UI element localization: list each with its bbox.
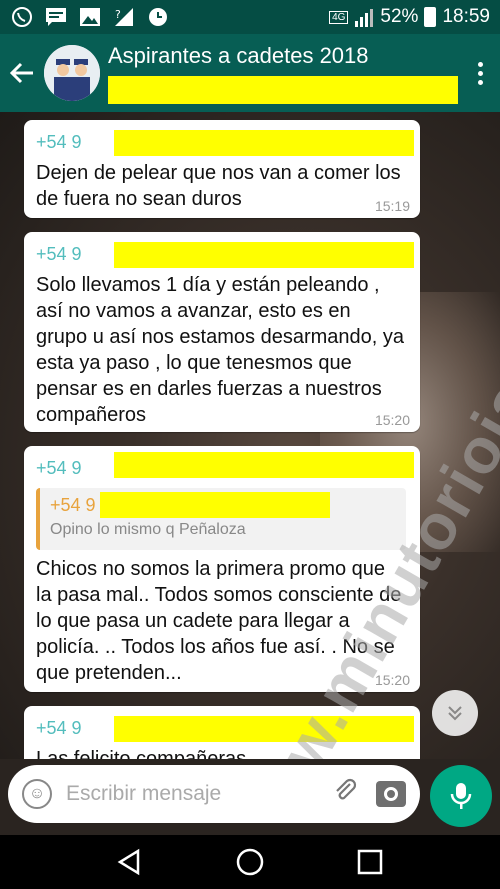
camera-icon[interactable] xyxy=(376,781,406,807)
message-bubble[interactable]: +54 9 Las felicito compañeras xyxy=(24,706,420,759)
sender-number: +54 9 xyxy=(36,717,82,738)
message-text: Solo llevamos 1 día y están peleando , a… xyxy=(36,274,404,426)
more-vert-dot xyxy=(477,79,483,85)
message-time: 15:20 xyxy=(374,672,410,688)
redacted-participants xyxy=(108,76,458,104)
message-bubble[interactable]: +54 9 +54 9 Opino lo mismo q Peñaloza Ch… xyxy=(24,446,420,692)
redacted-sender xyxy=(114,716,414,742)
message-composer: ☺ xyxy=(8,765,420,823)
redacted-sender xyxy=(114,130,414,156)
nav-back-icon[interactable] xyxy=(116,848,144,876)
mic-icon xyxy=(450,783,472,809)
battery-icon xyxy=(424,7,437,27)
image-icon xyxy=(78,6,102,28)
camera-lens xyxy=(384,787,398,801)
message-bubble[interactable]: +54 9 Dejen de pelear que nos van a come… xyxy=(24,120,420,218)
header-info[interactable]: Aspirantes a cadetes 2018 xyxy=(108,42,460,104)
cadets-avatar-icon xyxy=(44,45,100,101)
message-time: 15:20 xyxy=(374,412,410,428)
whatsapp-icon xyxy=(10,6,34,28)
sender-number: +54 9 xyxy=(36,243,82,264)
message-text: Dejen de pelear que nos van a comer los … xyxy=(36,162,401,210)
message-text: Chicos no somos la primera promo que la … xyxy=(36,558,402,684)
chat-messages-area[interactable]: +54 9 Dejen de pelear que nos van a come… xyxy=(0,112,500,759)
more-options-button[interactable] xyxy=(460,34,500,112)
message-bubble[interactable]: +54 9 Solo llevamos 1 día y están pelean… xyxy=(24,232,420,432)
quoted-text: Opino lo mismo q Peñaloza xyxy=(50,521,246,538)
clock-time: 18:59 xyxy=(442,6,490,27)
chat-header: Aspirantes a cadetes 2018 xyxy=(0,34,500,112)
redacted-sender xyxy=(114,242,414,268)
mic-button[interactable] xyxy=(430,765,492,827)
message-time: 15:19 xyxy=(374,198,410,214)
android-nav-bar xyxy=(0,835,500,889)
sender-number: +54 9 xyxy=(36,131,82,152)
message-icon xyxy=(44,6,68,28)
attach-clip-icon[interactable] xyxy=(328,778,362,811)
emoji-icon[interactable]: ☺ xyxy=(22,779,52,809)
signal-question-icon: ? xyxy=(112,6,136,28)
composer-bar: ☺ xyxy=(0,759,500,835)
double-chevron-down-icon xyxy=(448,706,462,721)
battery-percent: 52% xyxy=(380,6,419,27)
more-vert-icon xyxy=(477,61,483,67)
message-input[interactable] xyxy=(66,782,306,806)
redacted-sender xyxy=(114,452,414,478)
more-vert-dot xyxy=(477,70,483,76)
network-type-label: 4G xyxy=(329,10,349,24)
nav-recents-icon[interactable] xyxy=(356,848,384,876)
quoted-message[interactable]: +54 9 Opino lo mismo q Peñaloza xyxy=(36,488,406,550)
status-bar: ? 4G 52% 18:59 xyxy=(0,0,500,34)
redacted-quoted-sender xyxy=(100,492,330,518)
message-text: Las felicito compañeras xyxy=(36,748,247,759)
clock-icon xyxy=(146,6,170,28)
scroll-to-bottom-button[interactable] xyxy=(432,690,478,736)
chat-title: Aspirantes a cadetes 2018 xyxy=(108,43,369,68)
nav-home-icon[interactable] xyxy=(235,847,265,877)
arrow-left-icon xyxy=(9,62,33,84)
signal-icon xyxy=(355,9,374,27)
group-avatar[interactable] xyxy=(44,45,100,101)
sender-number: +54 9 xyxy=(36,457,82,478)
svg-text:?: ? xyxy=(115,8,121,21)
back-button[interactable] xyxy=(0,34,44,112)
